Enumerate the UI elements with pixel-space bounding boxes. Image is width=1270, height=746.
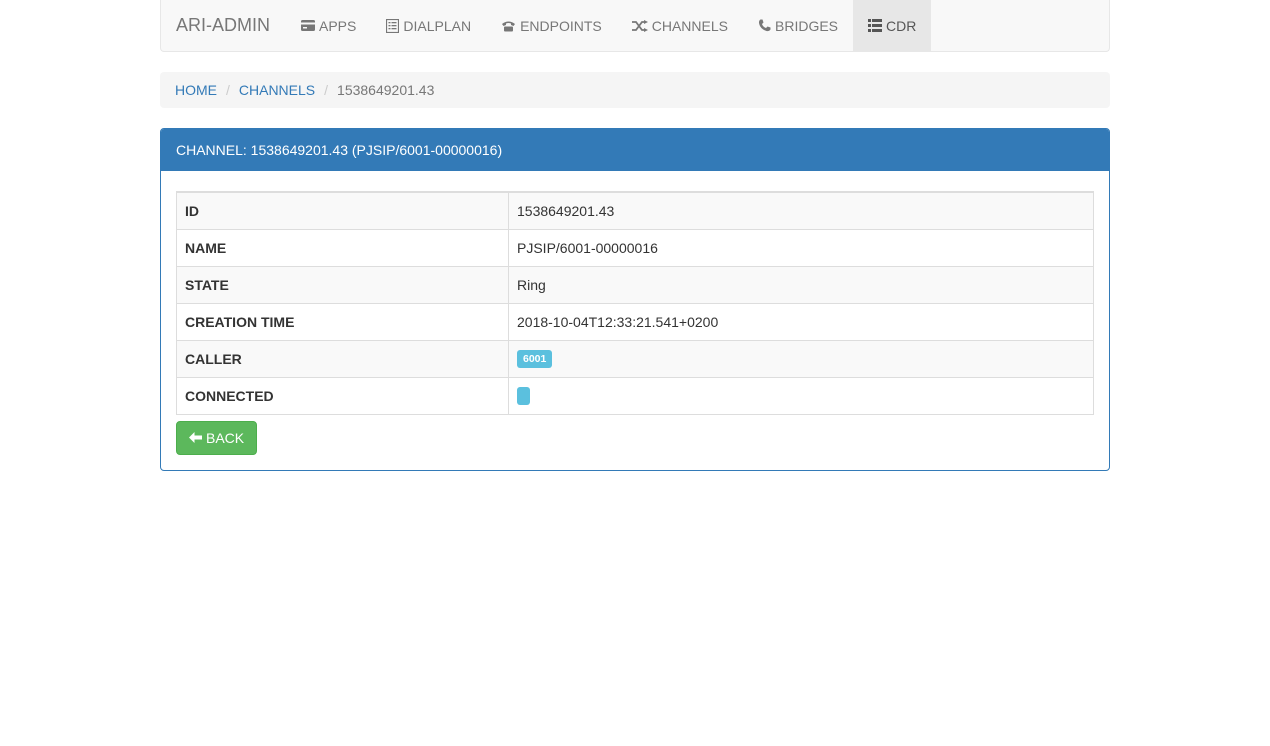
row-label-state: STATE [176, 265, 509, 304]
breadcrumb-separator: / [226, 82, 230, 98]
nav-cdr[interactable]: CDR [853, 0, 932, 51]
breadcrumb-current: 1538649201.43 [337, 82, 435, 98]
panel-body: ID 1538649201.43 NAME PJSIP/6001-0000001… [161, 171, 1109, 470]
row-value-name: PJSIP/6001-00000016 [508, 228, 1094, 267]
row-value-connected [508, 376, 1094, 415]
random-icon [631, 19, 648, 32]
nav-cdr-label: CDR [886, 17, 917, 34]
credit-card-icon [301, 20, 315, 31]
nav-dialplan[interactable]: DIALPLAN [371, 0, 486, 51]
back-button-label: BACK [206, 429, 245, 446]
table-row: ID 1538649201.43 [176, 192, 1094, 230]
panel-title: CHANNEL: 1538649201.43 (PJSIP/6001-00000… [161, 129, 1109, 171]
breadcrumb-channels[interactable]: CHANNELS [239, 82, 315, 98]
row-label-name: NAME [176, 228, 509, 267]
row-label-caller: CALLER [176, 339, 509, 378]
back-button[interactable]: BACK [176, 420, 258, 455]
table-row: CREATION TIME 2018-10-04T12:33:21.541+02… [176, 302, 1094, 341]
row-value-state: Ring [508, 265, 1094, 304]
breadcrumb-home[interactable]: HOME [175, 82, 217, 98]
list-alt-icon [386, 18, 400, 33]
nav-endpoints[interactable]: ENDPOINTS [486, 0, 617, 51]
nav-channels[interactable]: CHANNELS [617, 0, 743, 51]
table-row: STATE Ring [176, 265, 1094, 304]
row-label-id: ID [176, 192, 509, 230]
row-value-id: 1538649201.43 [508, 192, 1094, 230]
brand-link[interactable]: ARI-ADMIN [161, 0, 286, 51]
channel-details-table: ID 1538649201.43 NAME PJSIP/6001-0000001… [176, 191, 1094, 415]
nav-apps-label: APPS [319, 17, 357, 34]
row-label-connected: CONNECTED [176, 376, 509, 415]
nav-apps[interactable]: APPS [286, 0, 371, 51]
caller-badge: 6001 [517, 349, 553, 368]
arrow-left-icon [189, 432, 202, 443]
phone-alt-icon [501, 20, 516, 32]
nav-channels-label: CHANNELS [651, 17, 728, 34]
row-label-creation-time: CREATION TIME [176, 302, 509, 341]
connected-badge [517, 386, 530, 405]
breadcrumb-separator: / [324, 82, 329, 98]
channel-panel: CHANNEL: 1538649201.43 (PJSIP/6001-00000… [160, 128, 1110, 471]
table-row: CALLER 6001 [176, 339, 1094, 378]
top-navbar: ARI-ADMIN APPS DIALPLAN ENDPOINTS CHANNE… [160, 0, 1110, 52]
breadcrumb: HOME / CHANNELS / 1538649201.43 [160, 72, 1110, 108]
row-value-creation-time: 2018-10-04T12:33:21.541+0200 [508, 302, 1094, 341]
nav-dialplan-label: DIALPLAN [403, 17, 472, 34]
nav-endpoints-label: ENDPOINTS [520, 17, 602, 34]
row-value-caller: 6001 [508, 339, 1094, 378]
nav-bridges-label: BRIDGES [775, 17, 839, 34]
table-row: CONNECTED [176, 376, 1094, 415]
earphone-icon [758, 19, 771, 32]
table-row: NAME PJSIP/6001-00000016 [176, 228, 1094, 267]
th-list-icon [868, 19, 883, 32]
nav-bridges[interactable]: BRIDGES [743, 0, 853, 51]
